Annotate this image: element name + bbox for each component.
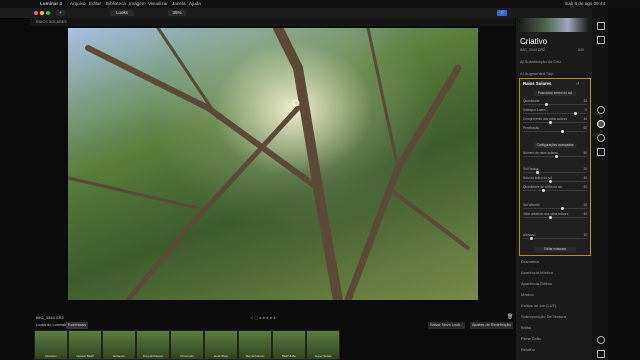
add-photo-icon[interactable]: + bbox=[56, 10, 65, 16]
sun-center-marker bbox=[292, 99, 300, 107]
main-photo[interactable] bbox=[68, 28, 478, 300]
minimize-window-button[interactable] bbox=[40, 11, 44, 15]
place-sun-center-button[interactable]: Posicionar centro do sol bbox=[534, 91, 576, 96]
canvas-icon[interactable] bbox=[597, 36, 605, 44]
advanced-settings-button[interactable]: Configurações avançadas bbox=[534, 143, 576, 148]
panel-title: Criativo bbox=[520, 37, 548, 46]
tool-sobreposicao-textura[interactable]: Sobreposição De Textura bbox=[521, 314, 566, 319]
looks-button[interactable]: Looks bbox=[110, 10, 134, 16]
tree-photo-graphic bbox=[68, 28, 470, 300]
trash-icon[interactable]: 🗑 bbox=[507, 314, 513, 320]
histogram bbox=[520, 18, 588, 32]
portrait-icon[interactable] bbox=[597, 134, 605, 142]
essentials-icon[interactable] bbox=[597, 106, 605, 114]
tool-estilos-cor[interactable]: Estilos de cor (LUT) bbox=[521, 303, 556, 308]
slider-penetracao[interactable]: Penetração 60 bbox=[523, 126, 587, 133]
close-window-button[interactable] bbox=[34, 11, 38, 15]
look-thumb[interactable]: Gold Shop bbox=[204, 330, 238, 360]
save-look-button[interactable]: Salvar Novo Look... bbox=[428, 322, 466, 329]
edit-mask-button[interactable]: Editar máscara bbox=[534, 247, 576, 252]
menubar-clock: Sab 8 de ago 09:44 bbox=[565, 1, 606, 6]
menu-ajuda[interactable]: Ajuda bbox=[189, 0, 201, 8]
tool-augmented-sky[interactable]: AI Augmented Sky bbox=[520, 71, 553, 76]
app-menu[interactable]: Luminar 4 bbox=[40, 0, 62, 8]
filmstrip-nav-dots[interactable]: ◁ ▢ ● ● ● ● ● bbox=[250, 315, 276, 320]
look-thumb[interactable]: Retratos bbox=[34, 330, 68, 360]
tool-sky-replacement[interactable]: AI Substituição do Céu bbox=[520, 59, 561, 64]
slider-comprimento-raios[interactable]: Comprimento dos raios solares 40 bbox=[523, 117, 587, 124]
tool-retalho[interactable]: Retalho bbox=[521, 347, 535, 352]
slider-numero-raios[interactable]: Número de raios solares 50 bbox=[523, 151, 587, 158]
menu-visualizar[interactable]: Visualizar bbox=[148, 0, 168, 8]
reset-adjustments-button[interactable]: Ajustes de Redefinição bbox=[470, 322, 513, 329]
zoom-level[interactable]: 35% bbox=[168, 10, 186, 16]
slider-aleatorio-raios[interactable]: Valor aleatório dos raios solares 40 bbox=[523, 212, 587, 219]
looks-bar: Looks do Luminar Essenciais Salvar Novo … bbox=[30, 322, 515, 329]
slider-quantidade-brilho[interactable]: Quantidade de brilho do sol 30 bbox=[523, 185, 587, 192]
tab-looks-luminar[interactable]: Looks do Luminar bbox=[36, 322, 66, 329]
tool-mistico[interactable]: Místico bbox=[521, 292, 534, 297]
menu-editar[interactable]: Editar bbox=[89, 0, 101, 8]
tab-essenciais[interactable]: Essenciais bbox=[66, 322, 89, 329]
layers-icon[interactable] bbox=[597, 22, 605, 30]
slider-sobrepor-luzes[interactable]: Sobrepor Luzes 0 bbox=[523, 108, 587, 115]
tool-brilho[interactable]: Brilho bbox=[521, 325, 531, 330]
tool-aparencia-mistica[interactable]: Aparência Mística bbox=[521, 270, 553, 275]
look-thumb[interactable]: Enhance bbox=[102, 330, 136, 360]
panel-iso: 800 bbox=[578, 48, 584, 52]
tool-options-icons[interactable]: ↺ ⋯ bbox=[576, 81, 584, 86]
menu-bar: Luminar 4 Arquivo Editar Biblioteca Imag… bbox=[0, 0, 640, 8]
tool-title: Raios Solares bbox=[523, 81, 552, 86]
look-thumb[interactable]: B&W & Bu bbox=[272, 330, 306, 360]
slider-sol-warmth[interactable]: Sol Warmth 20 bbox=[523, 203, 587, 210]
sun-rays-tool: Raios Solares ↺ ⋯ Posicionar centro do s… bbox=[519, 78, 591, 256]
breadcrumb: RAIOS SOLARES bbox=[30, 18, 515, 26]
tool-filme-grao[interactable]: Filme Grão bbox=[521, 336, 541, 341]
photo-caption: IMG_3344.CR2 bbox=[36, 315, 64, 320]
look-thumb[interactable]: Sky Enhancer bbox=[238, 330, 272, 360]
category-icons bbox=[592, 8, 608, 360]
zoom-window-button[interactable] bbox=[46, 11, 50, 15]
creative-icon[interactable] bbox=[597, 120, 605, 128]
menu-biblioteca[interactable]: Biblioteca bbox=[106, 0, 126, 8]
slider-quantidade[interactable]: Quantidade 35 bbox=[523, 99, 587, 106]
slider-raio-brilho[interactable]: Raio do brilho do sol 40 bbox=[523, 176, 587, 183]
panel-filename: IMG_3344.CR2 bbox=[520, 48, 545, 52]
export-button[interactable]: ⇪ bbox=[497, 10, 507, 16]
look-thumb[interactable]: Chromatic bbox=[170, 330, 204, 360]
slider-aleatorio[interactable]: Aleatório 10 bbox=[523, 233, 587, 240]
menu-janela[interactable]: Janela bbox=[172, 0, 186, 8]
look-thumb[interactable]: Super Strata bbox=[306, 330, 340, 360]
menu-arquivo[interactable]: Arquivo bbox=[70, 0, 86, 8]
tool-aparencia-gelida[interactable]: Aparência Gélida bbox=[521, 281, 552, 286]
breadcrumb-label: RAIOS SOLARES bbox=[36, 20, 67, 24]
slider-sol-radius[interactable]: Sol Radius 20 bbox=[523, 167, 587, 174]
look-thumb[interactable]: Classic B&W bbox=[68, 330, 102, 360]
look-thumb[interactable]: Drop Enhancer bbox=[136, 330, 170, 360]
tool-dramatico[interactable]: Dramático bbox=[521, 259, 539, 264]
pro-icon[interactable] bbox=[597, 148, 605, 156]
history-icon[interactable] bbox=[597, 350, 605, 358]
menu-imagem[interactable]: Imagem bbox=[129, 0, 146, 8]
screen-edge bbox=[608, 8, 640, 360]
info-icon[interactable] bbox=[597, 336, 605, 344]
